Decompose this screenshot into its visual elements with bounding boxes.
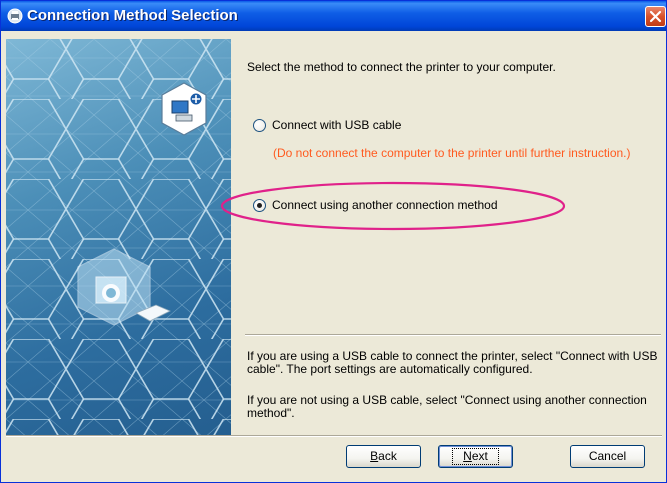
warning-text: (Do not connect the computer to the prin… bbox=[273, 146, 631, 160]
cancel-button[interactable]: Cancel bbox=[570, 445, 645, 468]
option-usb-cable[interactable]: Connect with USB cable bbox=[253, 118, 401, 132]
usb-cable-radio[interactable] bbox=[253, 118, 266, 132]
dialog-window: Connection Method Selection Select the m… bbox=[0, 0, 667, 483]
info-other-text: If you are not using a USB cable, select… bbox=[247, 393, 647, 420]
content-divider bbox=[245, 334, 661, 336]
usb-cable-label[interactable]: Connect with USB cable bbox=[272, 118, 401, 132]
computer-plus-icon bbox=[161, 82, 207, 136]
instruction-text: Select the method to connect the printer… bbox=[247, 60, 556, 74]
title-bar[interactable]: Connection Method Selection bbox=[1, 1, 666, 31]
back-button[interactable]: Back bbox=[346, 445, 421, 468]
hexagon-pattern bbox=[6, 39, 231, 437]
info-usb-text: If you are using a USB cable to connect … bbox=[247, 349, 658, 376]
next-button[interactable]: Next bbox=[438, 445, 513, 468]
highlight-ellipse bbox=[220, 181, 566, 231]
close-icon bbox=[649, 10, 662, 23]
window-title: Connection Method Selection bbox=[27, 7, 238, 24]
content-area: Select the method to connect the printer… bbox=[231, 31, 666, 441]
printer-setup-icon bbox=[7, 8, 23, 24]
close-button[interactable] bbox=[645, 6, 666, 27]
footer-divider bbox=[6, 435, 662, 437]
decorative-side-panel bbox=[6, 39, 231, 437]
